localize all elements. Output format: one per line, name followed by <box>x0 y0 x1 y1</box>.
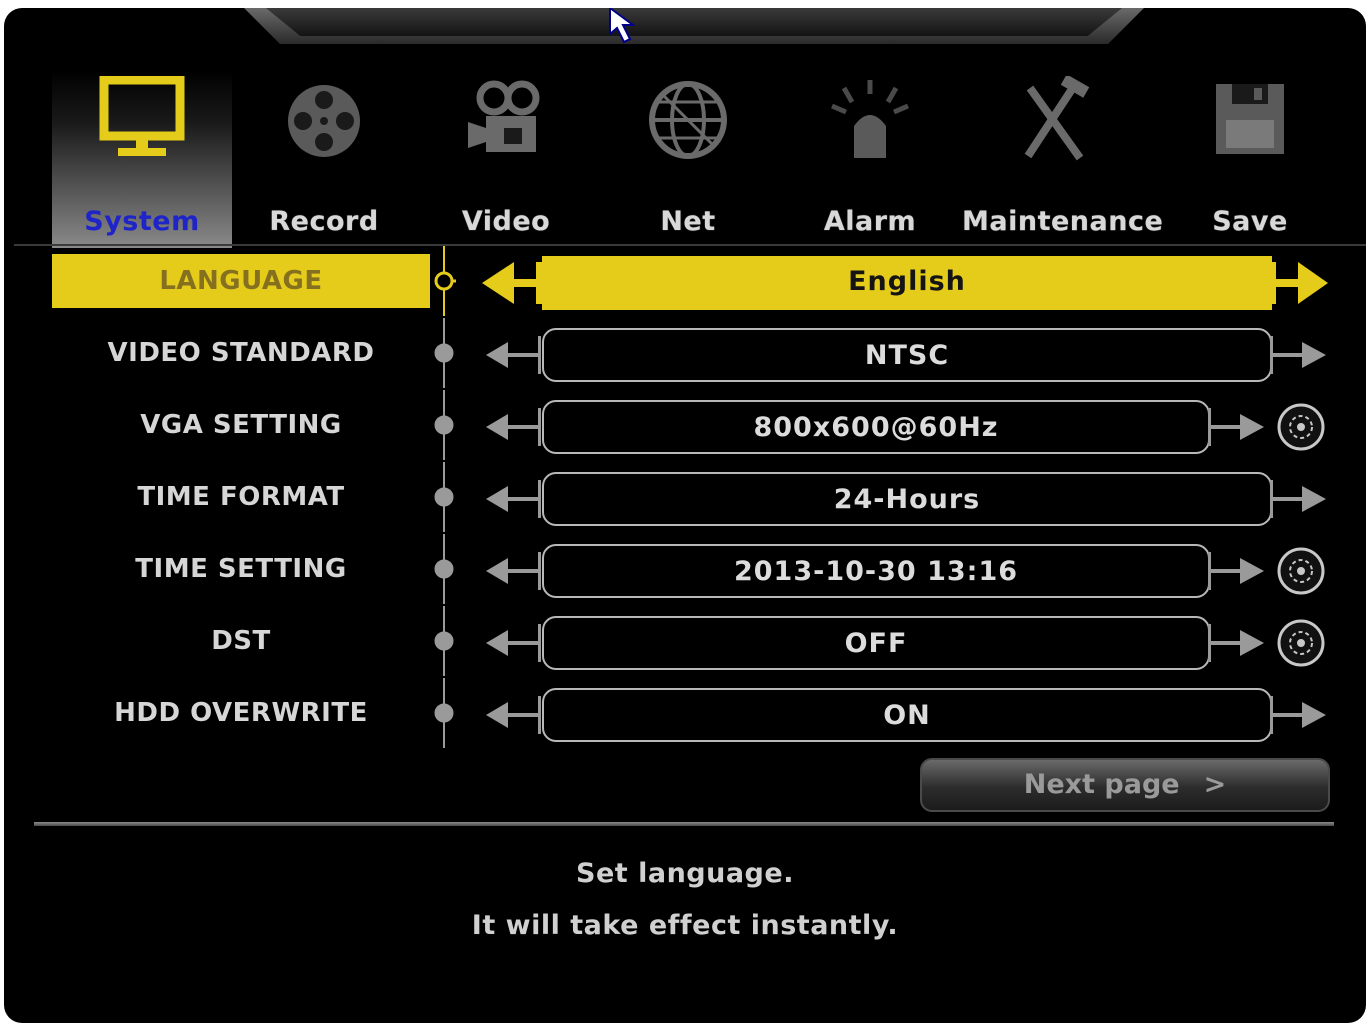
setting-value-field[interactable]: NTSC <box>542 328 1272 382</box>
setting-label: VIDEO STANDARD <box>107 338 375 368</box>
setting-label: LANGUAGE <box>52 254 430 308</box>
next-value-arrow-icon[interactable] <box>1208 546 1270 596</box>
previous-value-arrow-icon[interactable] <box>478 474 542 524</box>
tab-video-label: Video <box>461 206 551 237</box>
tab-record[interactable]: Record <box>234 70 414 248</box>
alarm-light-icon <box>831 80 909 158</box>
previous-value-arrow-icon[interactable] <box>478 402 542 452</box>
tools-icon <box>1024 76 1090 161</box>
film-reel-icon <box>288 85 360 157</box>
tab-video[interactable]: Video <box>416 70 596 248</box>
next-value-arrow-icon[interactable] <box>1208 402 1270 452</box>
previous-value-arrow-icon[interactable] <box>478 690 542 740</box>
tab-save-label: Save <box>1212 206 1288 237</box>
top-bevel-inner <box>266 8 1122 36</box>
setting-label: HDD OVERWRITE <box>114 698 368 728</box>
tab-maintenance[interactable]: Maintenance <box>962 70 1164 248</box>
setting-value-field[interactable]: ON <box>542 688 1272 742</box>
row-knob-icon <box>434 390 454 460</box>
setting-label: DST <box>211 626 271 656</box>
globe-icon <box>649 81 727 159</box>
tab-system[interactable]: System <box>52 70 232 248</box>
tab-system-label: System <box>84 206 200 237</box>
setting-value-field[interactable]: OFF <box>542 616 1210 670</box>
tab-record-label: Record <box>269 206 379 237</box>
setting-label: VGA SETTING <box>140 410 342 440</box>
tab-save[interactable]: Save <box>1160 70 1340 248</box>
next-value-arrow-icon[interactable] <box>1208 618 1270 668</box>
tabs-divider <box>14 244 1366 246</box>
tab-bar: System Record Video Net Alarm Maintenanc… <box>52 70 1352 248</box>
next-value-arrow-icon[interactable] <box>1270 258 1332 308</box>
monitor-icon <box>99 76 185 156</box>
video-camera-icon <box>468 80 540 152</box>
setting-row[interactable]: VIDEO STANDARD NTSC <box>4 318 1366 388</box>
setting-value-field[interactable]: 800x600@60Hz <box>542 400 1210 454</box>
row-knob-icon <box>434 318 454 388</box>
next-page-label: Next page <box>1023 769 1180 800</box>
tab-net-label: Net <box>660 206 716 237</box>
setting-row[interactable]: TIME SETTING 2013-10-30 13:16 <box>4 534 1366 604</box>
gear-icon[interactable] <box>1276 618 1326 668</box>
gear-icon[interactable] <box>1276 546 1326 596</box>
help-text-line1: Set language. <box>576 858 794 889</box>
setting-label: TIME FORMAT <box>137 482 345 512</box>
setting-row[interactable]: LANGUAGE English <box>4 246 1366 316</box>
next-page-button[interactable]: Next page > <box>920 758 1330 812</box>
tab-net[interactable]: Net <box>598 70 778 248</box>
setting-value-field[interactable]: 24-Hours <box>542 472 1272 526</box>
gear-icon[interactable] <box>1276 402 1326 452</box>
previous-value-arrow-icon[interactable] <box>478 330 542 380</box>
previous-value-arrow-icon[interactable] <box>478 618 542 668</box>
row-knob-icon <box>434 246 456 316</box>
dvr-settings-window: System Record Video Net Alarm Maintenanc… <box>4 8 1366 1023</box>
setting-row[interactable]: HDD OVERWRITE ON <box>4 678 1366 748</box>
row-knob-icon <box>434 606 454 676</box>
tab-alarm[interactable]: Alarm <box>780 70 960 248</box>
tab-alarm-label: Alarm <box>823 206 917 237</box>
tab-maintenance-label: Maintenance <box>962 206 1164 237</box>
setting-row[interactable]: VGA SETTING 800x600@60Hz <box>4 390 1366 460</box>
row-knob-icon <box>434 462 454 532</box>
row-knob-icon <box>434 678 454 748</box>
setting-label: TIME SETTING <box>135 554 347 584</box>
floppy-disk-icon <box>1216 84 1284 154</box>
next-value-arrow-icon[interactable] <box>1270 690 1332 740</box>
bottom-divider <box>34 822 1334 826</box>
setting-value-field[interactable]: English <box>542 256 1272 310</box>
previous-value-arrow-icon[interactable] <box>478 258 542 308</box>
help-text-line2: It will take effect instantly. <box>471 910 899 941</box>
row-knob-icon <box>434 534 454 604</box>
chevron-right-icon: > <box>1203 769 1227 800</box>
setting-value-field[interactable]: 2013-10-30 13:16 <box>542 544 1210 598</box>
setting-row[interactable]: DST OFF <box>4 606 1366 676</box>
mouse-cursor-icon <box>609 8 637 44</box>
next-value-arrow-icon[interactable] <box>1270 330 1332 380</box>
setting-row[interactable]: TIME FORMAT 24-Hours <box>4 462 1366 532</box>
next-value-arrow-icon[interactable] <box>1270 474 1332 524</box>
previous-value-arrow-icon[interactable] <box>478 546 542 596</box>
